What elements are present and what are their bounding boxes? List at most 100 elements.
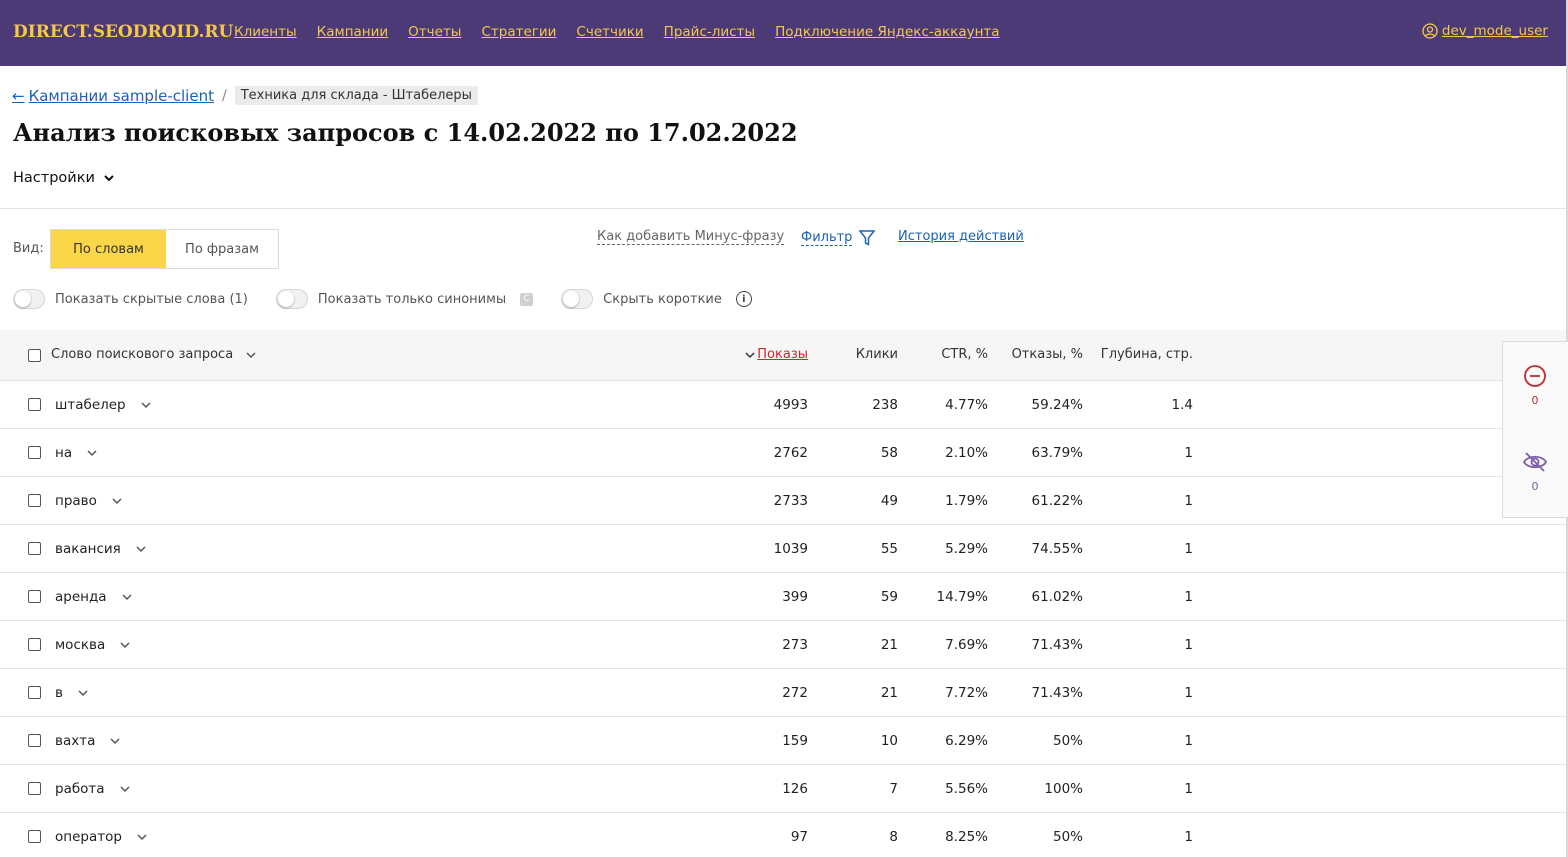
depth-cell: 1 <box>1184 733 1193 749</box>
header-ctr[interactable]: CTR, % <box>941 347 988 362</box>
chevron-down-icon[interactable] <box>136 831 148 843</box>
row-checkbox[interactable] <box>28 494 41 507</box>
clicks-cell: 7 <box>889 781 898 797</box>
chevron-down-icon <box>246 351 256 358</box>
word-text: на <box>55 445 73 461</box>
ctr-cell: 2.10% <box>945 445 988 461</box>
row-checkbox[interactable] <box>28 830 41 843</box>
sort-desc-icon <box>745 352 755 359</box>
hide-short-toggle[interactable]: Скрыть короткие i <box>561 289 752 309</box>
table-row: работа 126 7 5.56% 100% 1 <box>0 765 1566 813</box>
depth-cell: 1 <box>1184 685 1193 701</box>
nav-strategies[interactable]: Стратегии <box>481 24 556 40</box>
table-row: москва 273 21 7.69% 71.43% 1 <box>0 621 1566 669</box>
depth-cell: 1 <box>1184 493 1193 509</box>
top-bar: DIRECT.SEODROID.RU Клиенты Кампании Отче… <box>0 0 1566 66</box>
word-cell: вакансия <box>55 541 147 557</box>
bounces-cell: 59.24% <box>1031 397 1083 413</box>
clicks-cell: 58 <box>880 445 898 461</box>
clicks-cell: 21 <box>880 685 898 701</box>
chevron-down-icon[interactable] <box>119 783 131 795</box>
clicks-cell: 238 <box>872 397 898 413</box>
row-checkbox[interactable] <box>28 734 41 747</box>
arrow-left-icon: ← <box>12 86 25 105</box>
bounces-cell: 71.43% <box>1031 685 1083 701</box>
settings-toggle[interactable]: Настройки <box>13 170 115 186</box>
view-switch: По словам По фразам <box>50 229 279 269</box>
nav-campaigns[interactable]: Кампании <box>317 24 389 40</box>
chevron-down-icon[interactable] <box>121 591 133 603</box>
header-bounces[interactable]: Отказы, % <box>1012 347 1083 362</box>
show-hidden-toggle[interactable]: Показать скрытые слова (1) <box>13 289 248 309</box>
view-label: Вид: <box>13 241 44 256</box>
nav-counters[interactable]: Счетчики <box>576 24 643 40</box>
history-link[interactable]: История действий <box>898 229 1024 244</box>
show-hidden-label: Показать скрытые слова (1) <box>55 291 248 307</box>
breadcrumb: ← Кампании sample-client / Техника для с… <box>12 86 478 105</box>
nav-yandex-account[interactable]: Подключение Яндекс-аккаунта <box>775 24 999 40</box>
bounces-cell: 74.55% <box>1031 541 1083 557</box>
chevron-down-icon[interactable] <box>135 543 147 555</box>
nav-price-lists[interactable]: Прайс-листы <box>664 24 755 40</box>
select-all-checkbox[interactable] <box>28 349 41 362</box>
synonym-icon: C <box>520 292 534 306</box>
minus-words-button[interactable]: 0 <box>1503 364 1567 407</box>
username: dev_mode_user <box>1441 23 1548 39</box>
eye-off-icon <box>1522 452 1548 472</box>
bounces-cell: 50% <box>1052 829 1083 845</box>
table-row: на 2762 58 2.10% 63.79% 1 <box>0 429 1566 477</box>
how-add-minus-link[interactable]: Как добавить Минус-фразу <box>597 229 785 245</box>
shows-cell: 273 <box>782 637 808 653</box>
table-row: вахта 159 10 6.29% 50% 1 <box>0 717 1566 765</box>
shows-cell: 97 <box>790 829 808 845</box>
breadcrumb-back-link[interactable]: ← Кампании sample-client <box>12 87 214 105</box>
word-cell: оператор <box>55 829 148 845</box>
switch[interactable] <box>561 289 594 309</box>
row-checkbox[interactable] <box>28 446 41 459</box>
switch[interactable] <box>13 289 45 309</box>
row-checkbox[interactable] <box>28 398 41 411</box>
filter-link[interactable]: Фильтр <box>801 229 876 247</box>
view-by-phrases-button[interactable]: По фразам <box>166 230 278 268</box>
table-row: штабелер 4993 238 4.77% 59.24% 1.4 <box>0 381 1566 429</box>
nav-clients[interactable]: Клиенты <box>234 24 297 40</box>
hidden-words-button[interactable]: 0 <box>1503 450 1567 493</box>
ctr-cell: 5.56% <box>945 781 988 797</box>
header-clicks[interactable]: Клики <box>856 347 898 362</box>
word-text: право <box>55 493 97 509</box>
user-menu[interactable]: dev_mode_user <box>1422 23 1548 39</box>
table-row: оператор 97 8 8.25% 50% 1 <box>0 813 1566 857</box>
shows-cell: 4993 <box>773 397 808 413</box>
ctr-cell: 7.69% <box>945 637 988 653</box>
page-title: Анализ поисковых запросов с 14.02.2022 п… <box>13 118 798 147</box>
chevron-down-icon[interactable] <box>109 735 121 747</box>
table-row: право 2733 49 1.79% 61.22% 1 <box>0 477 1566 525</box>
chevron-down-icon[interactable] <box>119 639 131 651</box>
header-word[interactable]: Слово поискового запроса <box>51 347 257 362</box>
chevron-down-icon[interactable] <box>111 495 123 507</box>
header-depth[interactable]: Глубина, стр. <box>1101 347 1193 362</box>
bounces-cell: 100% <box>1044 781 1083 797</box>
row-checkbox[interactable] <box>28 686 41 699</box>
depth-cell: 1 <box>1184 445 1193 461</box>
action-links: Как добавить Минус-фразу Фильтр История … <box>597 229 1024 246</box>
word-cell: москва <box>55 637 131 653</box>
row-checkbox[interactable] <box>28 590 41 603</box>
breadcrumb-separator: / <box>221 87 227 104</box>
only-synonyms-toggle[interactable]: Показать только синонимы C <box>275 289 534 309</box>
header-shows[interactable]: Показы <box>757 347 808 362</box>
ctr-cell: 8.25% <box>945 829 988 845</box>
row-checkbox[interactable] <box>28 542 41 555</box>
view-by-words-button[interactable]: По словам <box>51 230 166 268</box>
info-icon[interactable]: i <box>735 291 752 307</box>
logo[interactable]: DIRECT.SEODROID.RU <box>13 22 233 42</box>
clicks-cell: 59 <box>880 589 898 605</box>
row-checkbox[interactable] <box>28 782 41 795</box>
switch[interactable] <box>275 289 308 309</box>
word-text: аренда <box>55 589 107 605</box>
chevron-down-icon[interactable] <box>77 687 89 699</box>
chevron-down-icon[interactable] <box>140 399 152 411</box>
chevron-down-icon[interactable] <box>86 447 98 459</box>
nav-reports[interactable]: Отчеты <box>408 24 461 40</box>
row-checkbox[interactable] <box>28 638 41 651</box>
